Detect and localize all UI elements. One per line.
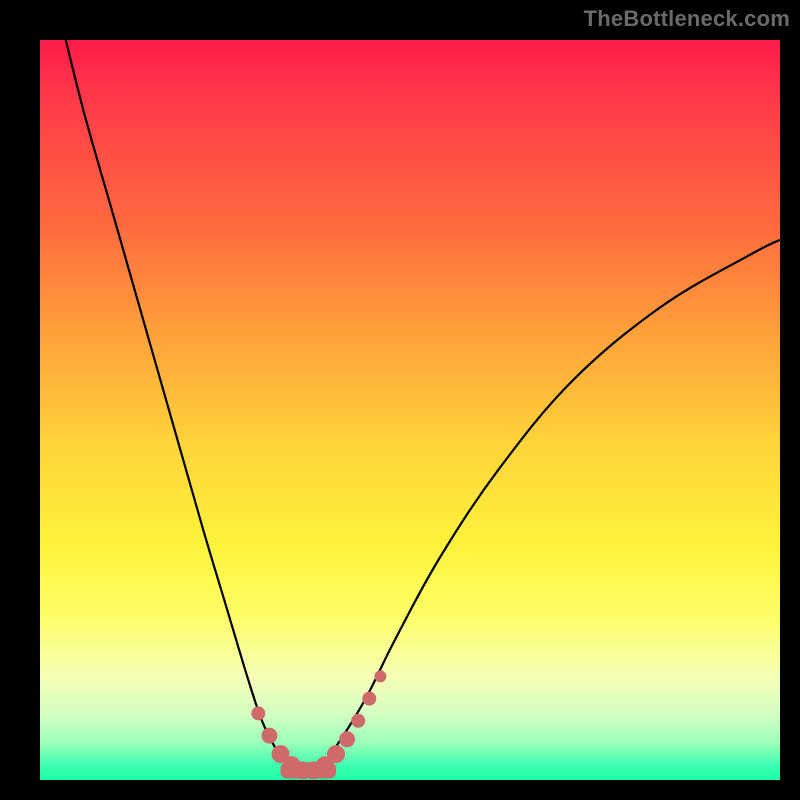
marker-point bbox=[327, 745, 345, 763]
watermark-text: TheBottleneck.com bbox=[584, 6, 790, 32]
marker-point bbox=[362, 692, 376, 706]
marker-point bbox=[351, 714, 365, 728]
marker-point bbox=[339, 731, 355, 747]
marker-point bbox=[251, 706, 265, 720]
markers-group bbox=[251, 670, 386, 779]
chart-svg bbox=[40, 40, 780, 780]
chart-frame: TheBottleneck.com bbox=[0, 0, 800, 800]
bottleneck-curve bbox=[62, 25, 780, 772]
marker-point bbox=[374, 670, 386, 682]
plot-area bbox=[40, 40, 780, 780]
marker-point bbox=[261, 728, 277, 744]
